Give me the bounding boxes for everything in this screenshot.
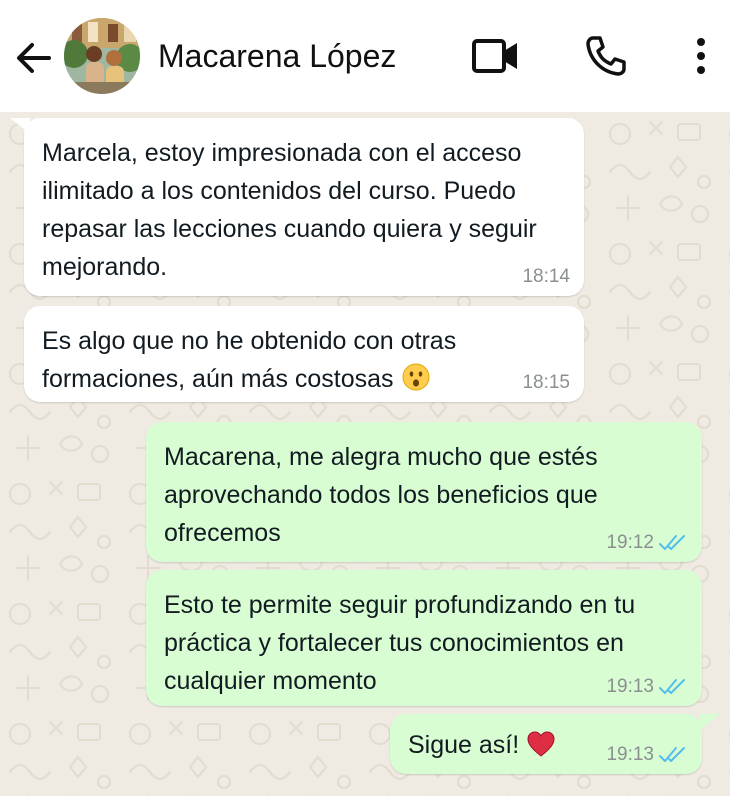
double-check-read-icon [659, 747, 685, 762]
message-meta: 19:13 [606, 676, 688, 698]
message-bubble-incoming[interactable]: Es algo que no he obtenido con otras for… [24, 306, 584, 402]
message-bubble-incoming[interactable]: Marcela, estoy impresionada con el acces… [24, 118, 584, 296]
video-camera-icon [472, 39, 517, 73]
message-time: 19:13 [606, 676, 654, 697]
chat-area[interactable]: Marcela, estoy impresionada con el acces… [0, 112, 730, 796]
message-text: Sigue así! [408, 731, 520, 759]
video-call-button[interactable] [470, 34, 522, 78]
message-meta: 18:14 [522, 266, 570, 288]
chat-header: Macarena López [0, 0, 730, 112]
message-bubble-outgoing[interactable]: Esto te permite seguir profundizando en … [146, 570, 702, 706]
message-meta: 18:15 [522, 372, 570, 394]
arrow-left-icon [17, 43, 51, 73]
message-text-wrapper: Es algo que no he obtenido con otras for… [42, 322, 566, 398]
bubble-tail [10, 118, 30, 134]
message-meta: 19:13 [606, 744, 688, 766]
message-meta: 19:12 [606, 532, 688, 554]
bubble-tail [700, 714, 720, 730]
message-text: Es algo que no he obtenido con otras for… [42, 327, 457, 393]
more-options-button[interactable] [686, 32, 716, 80]
avatar[interactable] [64, 18, 140, 94]
voice-call-button[interactable] [582, 32, 630, 80]
double-check-read-icon [659, 679, 685, 694]
message-time: 19:13 [606, 744, 654, 765]
message-text: Marcela, estoy impresionada con el acces… [42, 139, 537, 281]
message-time: 19:12 [606, 532, 654, 553]
message-time: 18:14 [522, 266, 570, 287]
message-bubble-outgoing[interactable]: Macarena, me alegra mucho que estés apro… [146, 422, 702, 562]
hushed-face-emoji-icon [402, 363, 430, 391]
message-time: 18:15 [522, 372, 570, 393]
double-check-read-icon [659, 535, 685, 550]
phone-icon [586, 36, 626, 76]
red-heart-emoji-icon [527, 731, 555, 757]
back-button[interactable] [10, 36, 56, 80]
vertical-dots-icon [697, 38, 705, 74]
message-bubble-outgoing[interactable]: Sigue así! 19:13 [390, 714, 702, 774]
contact-name[interactable]: Macarena López [158, 36, 396, 76]
